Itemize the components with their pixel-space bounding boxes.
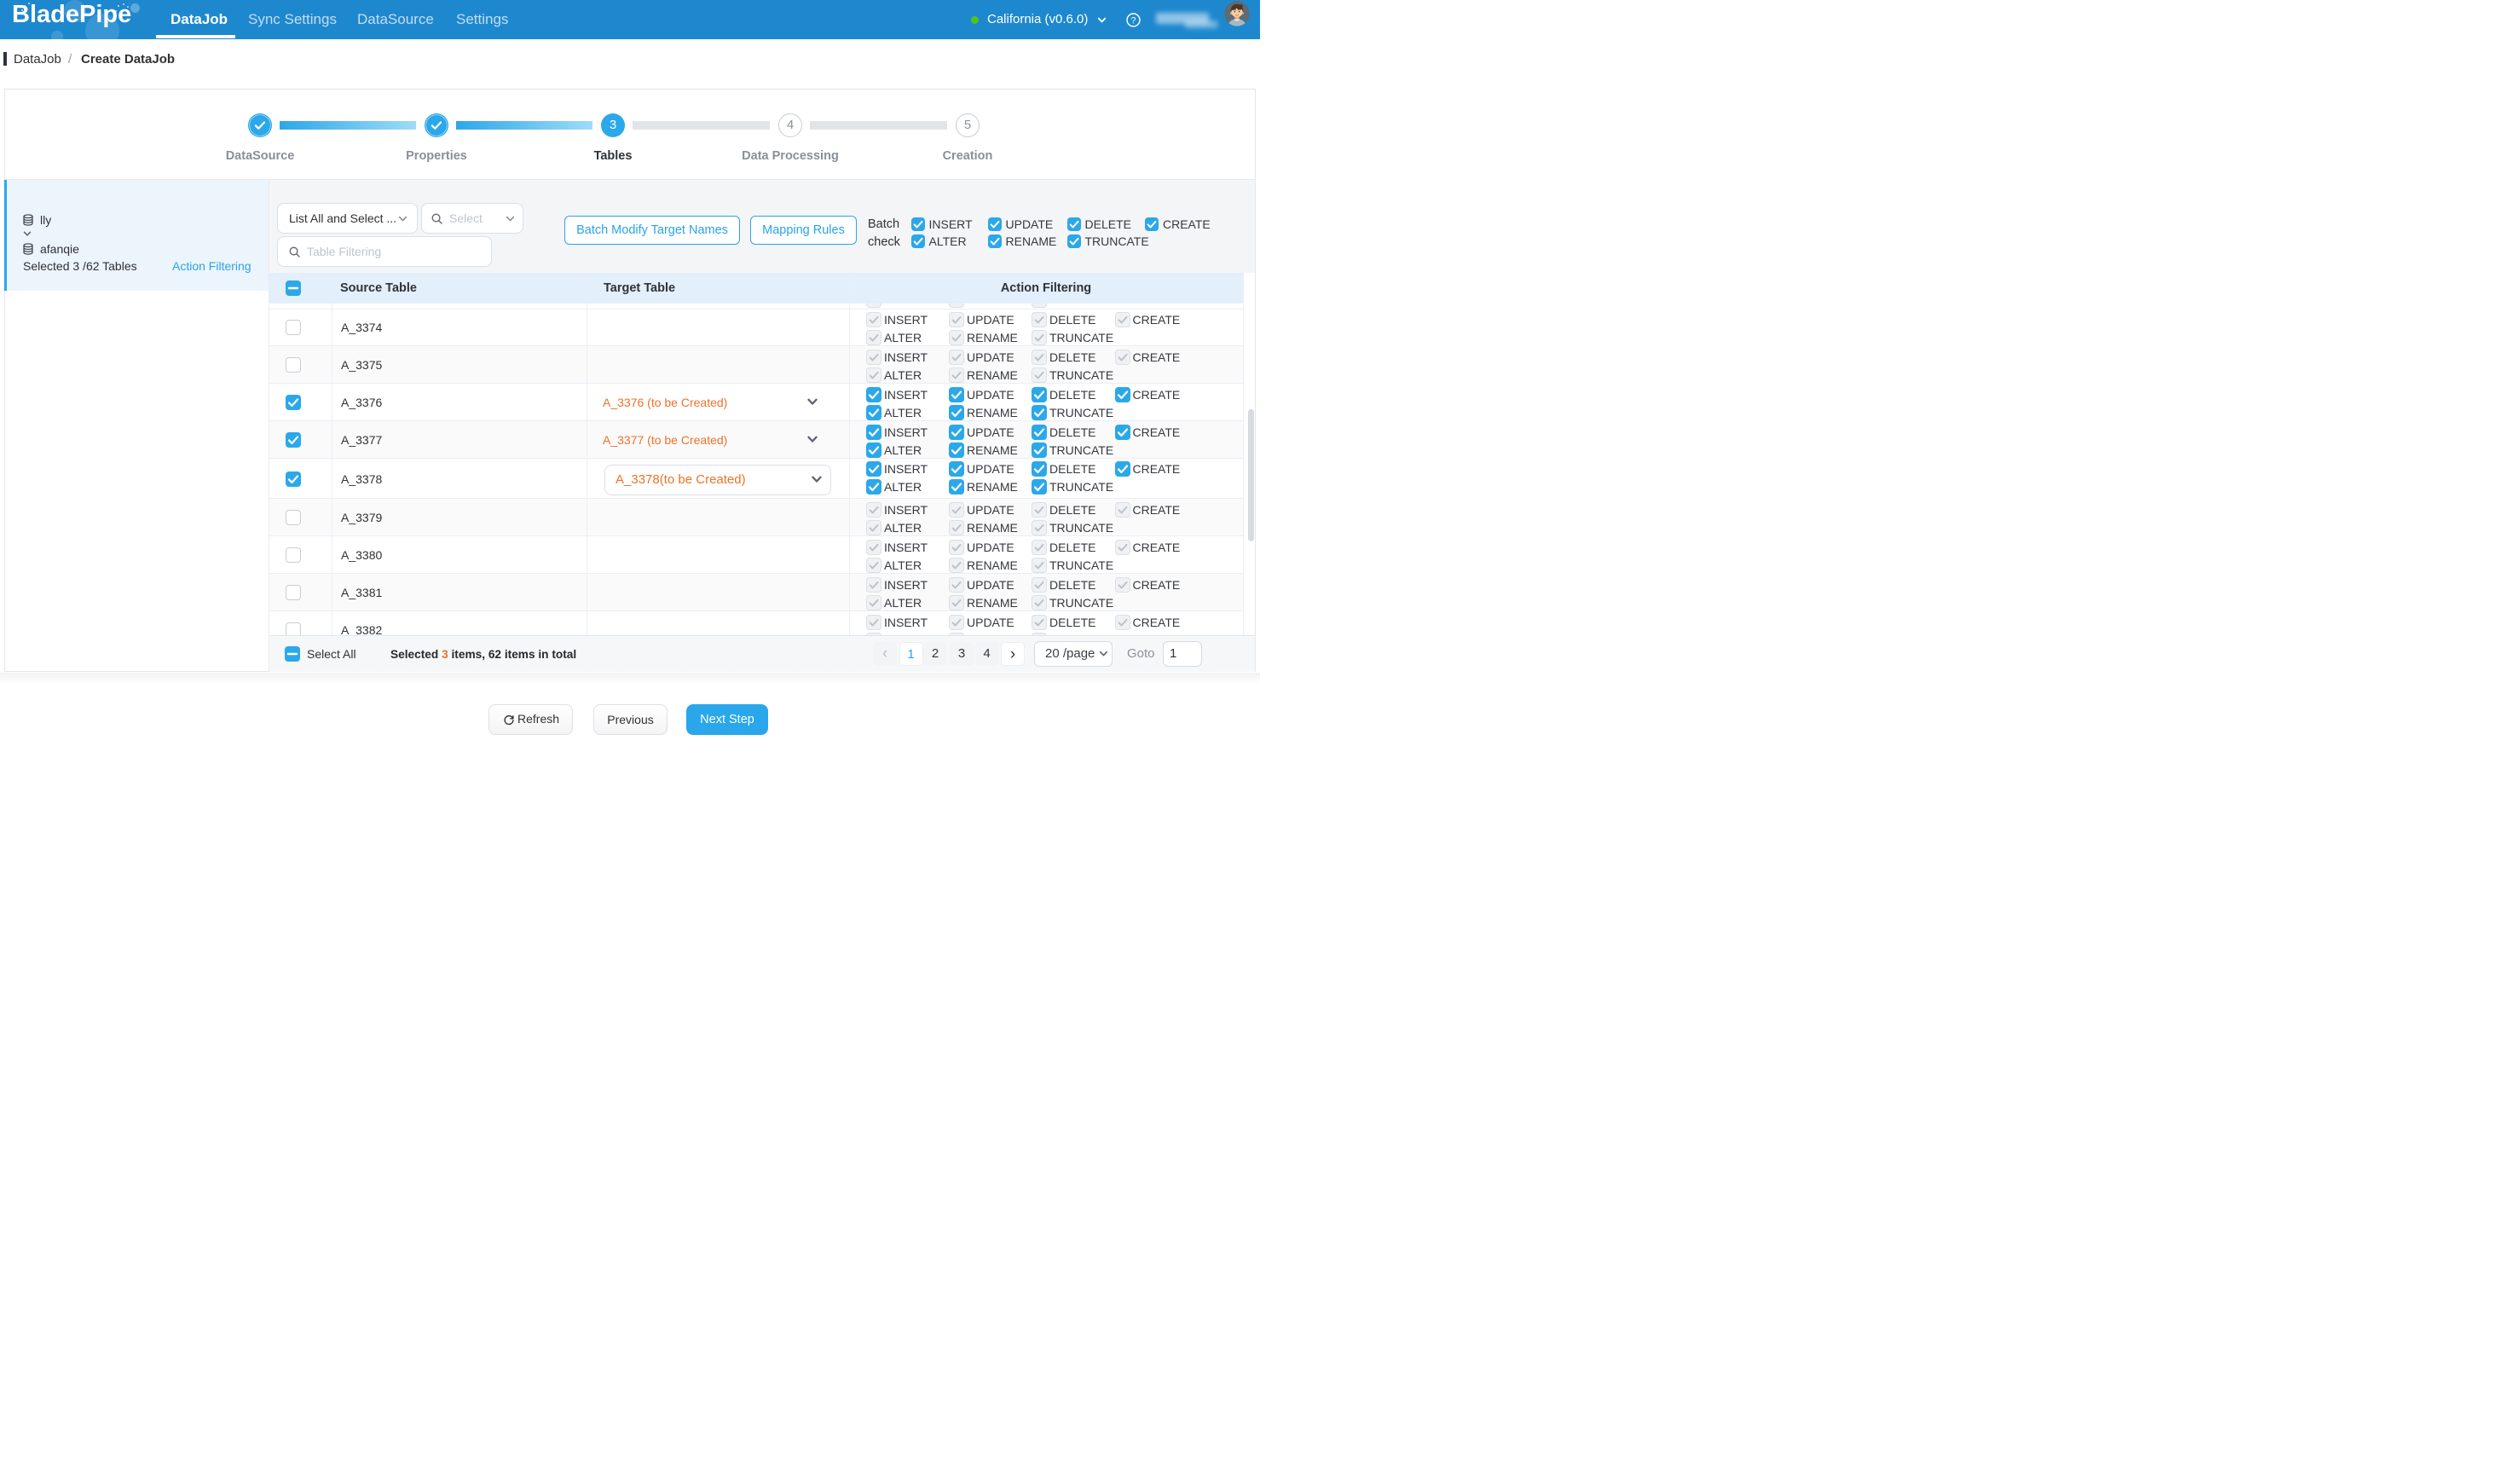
svg-text:?: ? xyxy=(1131,15,1136,26)
